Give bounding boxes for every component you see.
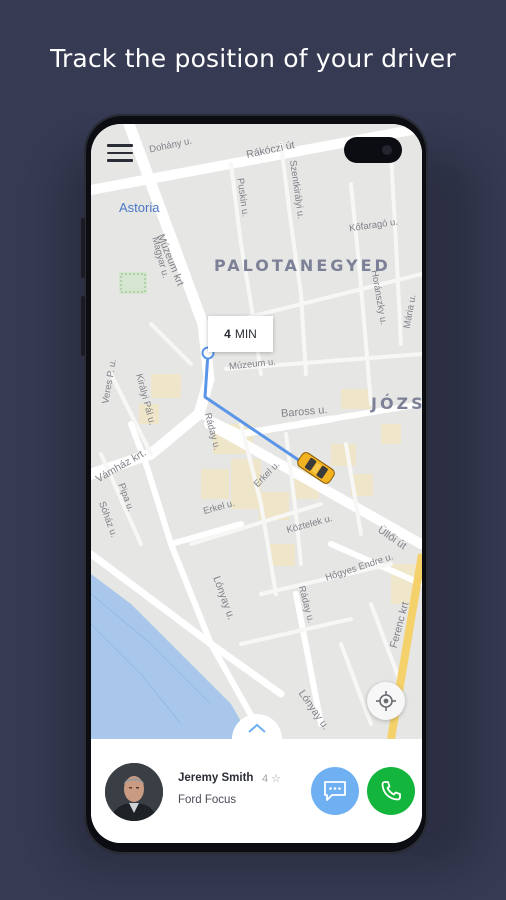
chat-bubble-icon	[324, 781, 346, 801]
phone-screen: Dohány u. Rákóczi út Astoria Múzeum krt …	[91, 124, 422, 843]
car-model: Ford Focus	[178, 794, 237, 806]
district-label: PALOTANEGYED	[214, 256, 391, 275]
crosshair-icon	[376, 691, 396, 711]
phone-icon	[381, 781, 401, 801]
driver-avatar	[105, 763, 163, 821]
call-button[interactable]	[367, 767, 415, 815]
driver-panel: Jeremy Smith 4 ☆ Ford Focus	[91, 739, 422, 843]
phone-side-button	[81, 296, 85, 356]
phone-side-button	[81, 218, 85, 278]
chat-button[interactable]	[311, 767, 359, 815]
hamburger-menu-icon[interactable]	[107, 144, 133, 164]
eta-badge: 4 MIN	[208, 316, 273, 352]
driver-rating: 4 ☆	[262, 773, 282, 785]
metro-label: Astoria	[119, 200, 160, 215]
driver-name: Jeremy Smith	[178, 772, 254, 784]
eta-unit: MIN	[234, 327, 257, 341]
chevron-up-icon	[248, 723, 266, 733]
map-view[interactable]: Dohány u. Rákóczi út Astoria Múzeum krt …	[91, 124, 422, 739]
eta-value: 4	[224, 327, 231, 341]
headline: Track the position of your driver	[50, 44, 456, 73]
locate-me-button[interactable]	[367, 682, 405, 720]
front-camera	[344, 137, 402, 163]
district-label: JÓZS	[371, 394, 422, 413]
